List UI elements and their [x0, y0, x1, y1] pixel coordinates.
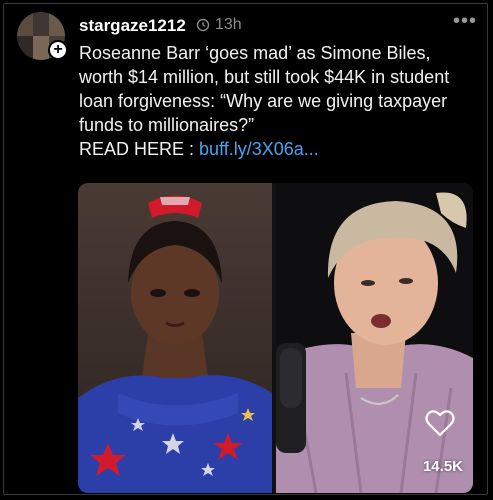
- read-label: READ HERE :: [79, 139, 195, 159]
- heart-icon[interactable]: [425, 409, 455, 437]
- clock-icon: [196, 18, 210, 32]
- read-row: READ HERE : buff.ly/3X06a...: [79, 137, 479, 161]
- caption-text: Roseanne Barr ‘goes mad’ as Simone Biles…: [79, 43, 450, 135]
- like-count: 14.5K: [422, 458, 463, 475]
- right-photo: [276, 183, 473, 493]
- post-media[interactable]: 14.5K: [78, 183, 473, 493]
- username[interactable]: stargaze1212: [79, 16, 186, 36]
- more-options-icon[interactable]: •••: [453, 10, 477, 33]
- post-meta: 13h: [196, 16, 242, 34]
- post-caption: Roseanne Barr ‘goes mad’ as Simone Biles…: [79, 41, 479, 161]
- left-photo: [78, 183, 272, 493]
- post-time: 13h: [215, 16, 242, 33]
- follow-plus-icon[interactable]: +: [48, 40, 68, 60]
- article-link[interactable]: buff.ly/3X06a...: [199, 139, 319, 159]
